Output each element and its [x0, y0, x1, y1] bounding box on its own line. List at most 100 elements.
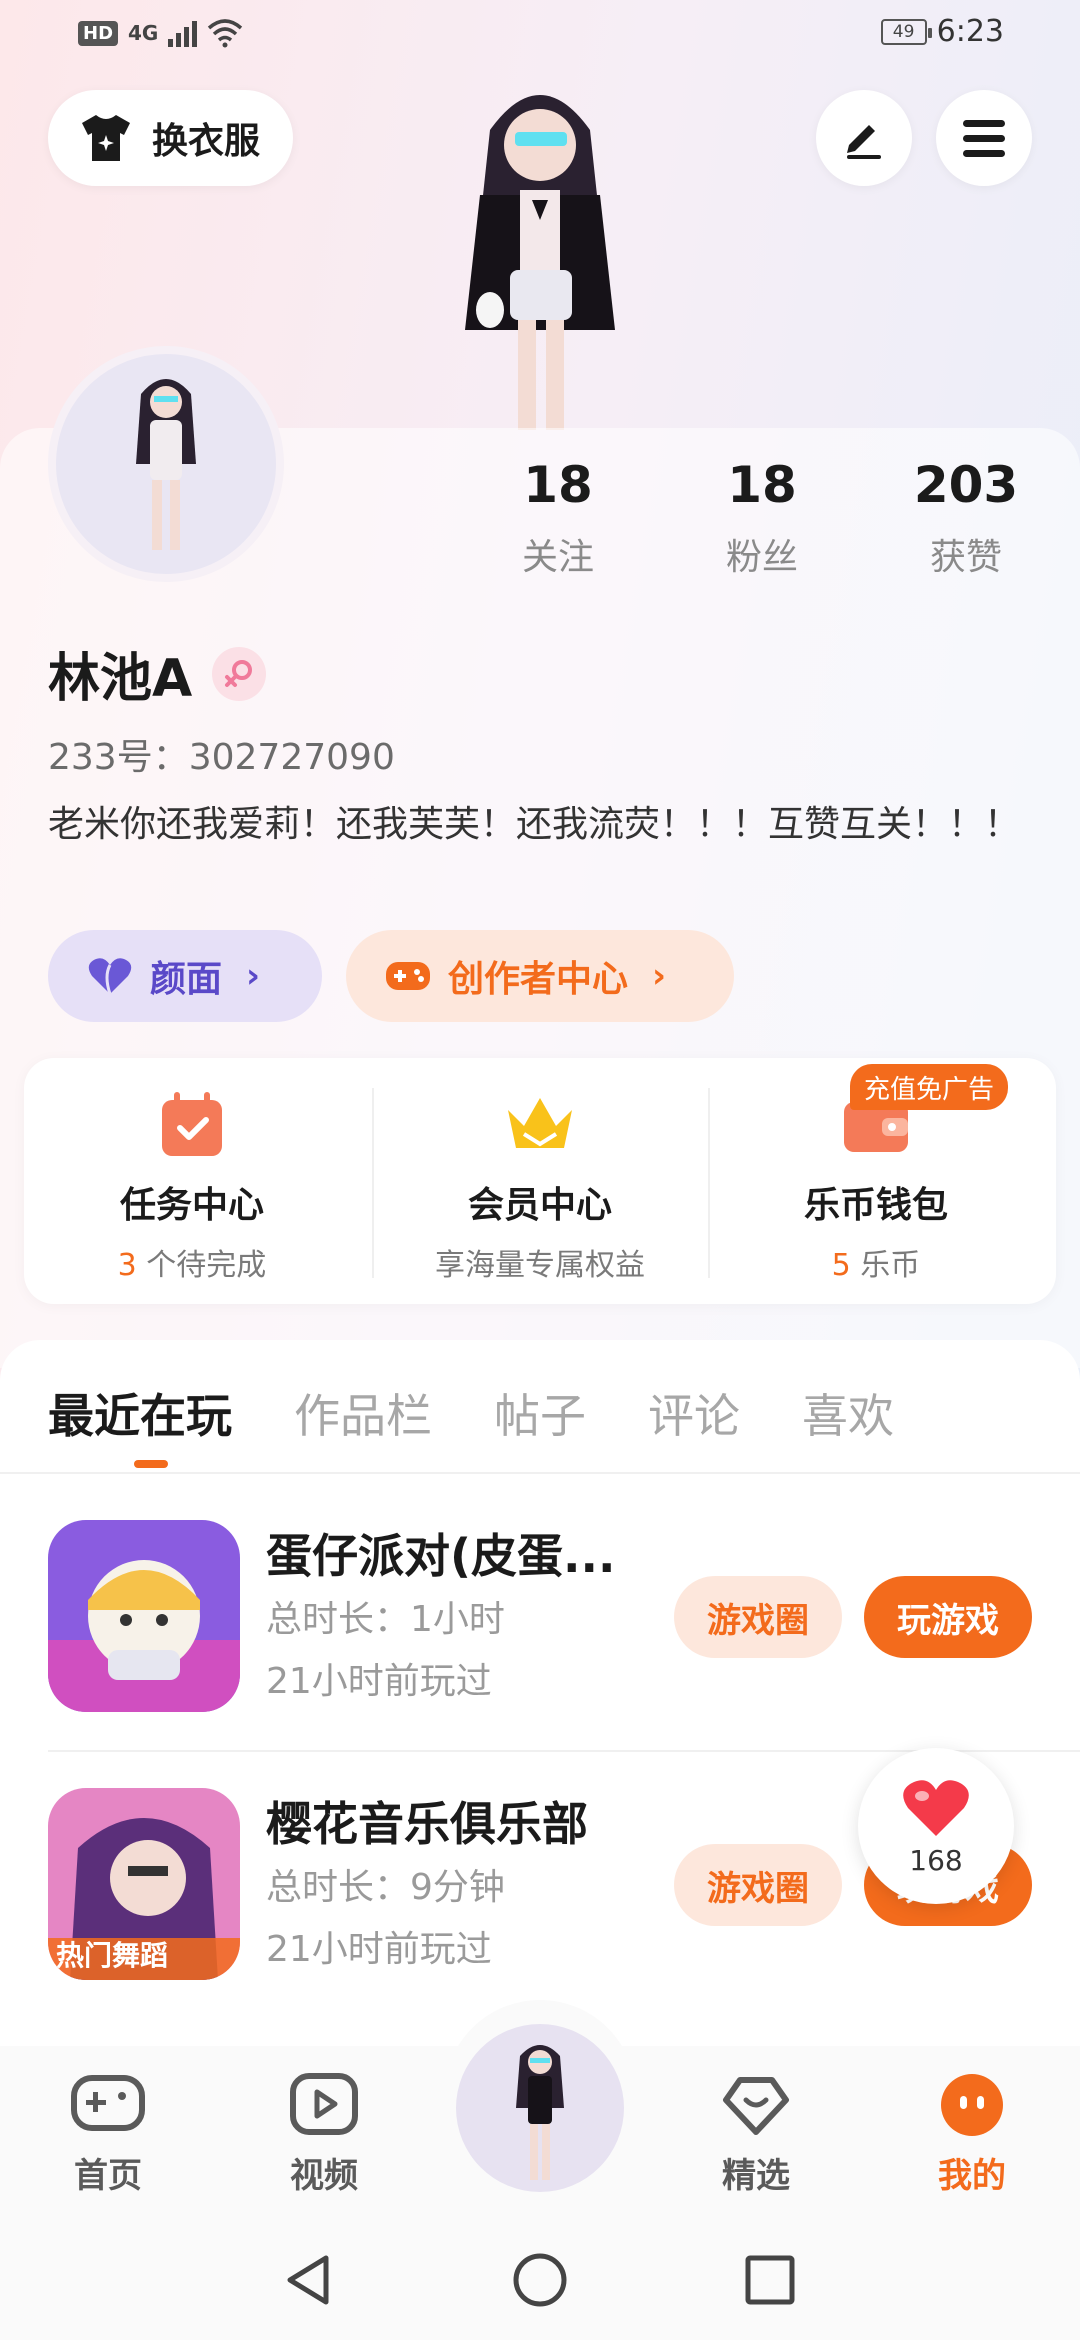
fans-count: 18 [727, 456, 797, 514]
hd-badge: HD [78, 20, 119, 46]
username: 林池A [48, 649, 193, 709]
tab-likes[interactable]: 喜欢 [802, 1380, 894, 1446]
tshirt-icon [82, 115, 130, 161]
creator-center-label: 创作者中心 [448, 959, 629, 1000]
nav-featured-label: 精选 [722, 2156, 790, 2196]
ad-free-tag[interactable]: 充值免广告 [850, 1064, 1009, 1110]
task-icon [154, 1086, 230, 1162]
tab-comments[interactable]: 评论 [648, 1380, 740, 1446]
vip-center[interactable]: 会员中心 享海量专属权益 [372, 1058, 708, 1304]
home-icon[interactable] [512, 2252, 568, 2308]
system-nav-bar [0, 2222, 1080, 2340]
change-outfit-label: 换衣服 [152, 121, 261, 162]
game-circle-button[interactable]: 游戏圈 [674, 1576, 842, 1658]
edit-icon [847, 125, 881, 159]
user-id: 233号：302727090 [48, 737, 395, 778]
nav-me[interactable]: 我的 [892, 2072, 1052, 2197]
following-label: 关注 [521, 537, 594, 578]
game-icon-eggy-party[interactable] [48, 1520, 240, 1712]
tab-works[interactable]: 作品栏 [294, 1380, 432, 1446]
stat-likes[interactable]: 203 获赞 [886, 456, 1046, 580]
stat-following[interactable]: 18 关注 [478, 456, 638, 580]
game-duration: 总时长：9分钟 [266, 1867, 505, 1908]
following-count: 18 [523, 456, 593, 514]
vip-sub-text: 享海量专属权益 [435, 1248, 645, 1283]
avatar[interactable] [48, 346, 284, 582]
status-right: 49 6:23 [880, 14, 1004, 49]
menu-button[interactable] [936, 90, 1032, 186]
stat-fans[interactable]: 18 粉丝 [682, 456, 842, 580]
gamepad-icon [71, 2075, 145, 2131]
battery-level: 49 [892, 21, 915, 42]
chevron-right-icon: › [652, 956, 667, 996]
network-type: 4G [128, 21, 159, 45]
creator-center-button[interactable]: 创作者中心 › [346, 930, 734, 1022]
task-center-title: 任务中心 [119, 1185, 264, 1226]
back-icon[interactable] [284, 2252, 332, 2308]
wifi-icon [208, 19, 243, 48]
game-name: 樱花音乐俱乐部 [266, 1797, 588, 1851]
signal-icon [168, 19, 198, 47]
floating-like-button[interactable]: 168 [858, 1748, 1014, 1904]
coin-wallet-sub: 5 乐币 [708, 1240, 1044, 1284]
diamond-heart-icon [723, 2077, 789, 2135]
username-row: 林池A [48, 636, 267, 711]
task-count: 3 [117, 1248, 137, 1283]
like-count: 168 [909, 1843, 963, 1877]
tab-recent[interactable]: 最近在玩 [48, 1380, 232, 1446]
nav-video[interactable]: 视频 [244, 2072, 404, 2197]
menu-icon [963, 120, 1005, 157]
nav-avatar-center[interactable] [456, 2024, 624, 2192]
game-circle-button[interactable]: 游戏圈 [674, 1844, 842, 1926]
likes-label: 获赞 [929, 537, 1002, 578]
play-icon [290, 2073, 358, 2135]
game-icon-sakura-music-club[interactable]: 热门舞蹈 [48, 1788, 240, 1980]
task-center-sub: 3 个待完成 [24, 1240, 360, 1284]
clock: 6:23 [936, 14, 1004, 49]
recents-icon[interactable] [744, 2254, 796, 2306]
likes-count: 203 [913, 456, 1019, 514]
face-button[interactable]: 颜面 › [48, 930, 322, 1022]
gamepad-icon [386, 962, 430, 990]
tab-posts[interactable]: 帖子 [494, 1380, 586, 1446]
game-last-played: 21小时前玩过 [266, 1929, 492, 1970]
nav-home[interactable]: 首页 [28, 2072, 188, 2197]
nav-video-label: 视频 [290, 2156, 358, 2196]
content-tabs: 最近在玩 作品栏 帖子 评论 喜欢 [48, 1380, 956, 1446]
avatar-figure [136, 379, 196, 550]
divider [0, 1472, 1080, 1474]
avatar-character-3d[interactable] [420, 70, 660, 430]
vip-center-sub: 享海量专属权益 [372, 1240, 708, 1284]
nav-me-label: 我的 [938, 2156, 1006, 2196]
game-icon-badge: 热门舞蹈 [56, 1939, 169, 1972]
nav-home-label: 首页 [74, 2156, 142, 2196]
play-game-button[interactable]: 玩游戏 [864, 1576, 1032, 1658]
status-left: HD 4G [78, 18, 243, 48]
heart-icon [88, 958, 132, 995]
battery-icon: 49 [880, 18, 932, 45]
bio-text: 老米你还我爱莉！还我芙芙！还我流荧！！！互赞互关！！！ [48, 804, 1021, 845]
edit-profile-button[interactable] [816, 90, 912, 186]
heart-icon [903, 1779, 969, 1836]
game-last-played: 21小时前玩过 [266, 1661, 492, 1702]
change-outfit-button[interactable]: 换衣服 [48, 90, 293, 186]
tab-indicator [134, 1460, 168, 1468]
avatar-figure [516, 2045, 564, 2180]
coin-wallet-title: 乐币钱包 [803, 1185, 948, 1226]
female-icon [212, 646, 267, 701]
task-center[interactable]: 任务中心 3 个待完成 [24, 1058, 360, 1304]
nav-featured[interactable]: 精选 [676, 2072, 836, 2197]
profile-face-icon [941, 2074, 1003, 2136]
game-duration: 总时长：1小时 [266, 1599, 505, 1640]
vip-center-title: 会员中心 [467, 1185, 612, 1226]
task-sub-text: 个待完成 [136, 1248, 267, 1283]
face-label: 颜面 [150, 959, 223, 1000]
status-bar: HD 4G 49 6:23 [0, 0, 1080, 72]
fans-label: 粉丝 [725, 537, 798, 578]
crown-icon [502, 1086, 578, 1162]
game-name: 蛋仔派对(皮蛋... [266, 1529, 616, 1583]
chevron-right-icon: › [246, 956, 261, 996]
coin-count: 5 [831, 1248, 851, 1283]
list-item[interactable]: 蛋仔派对(皮蛋... 总时长：1小时 21小时前玩过 游戏圈 玩游戏 [48, 1520, 1048, 1716]
coin-sub-text: 乐币 [850, 1248, 921, 1283]
